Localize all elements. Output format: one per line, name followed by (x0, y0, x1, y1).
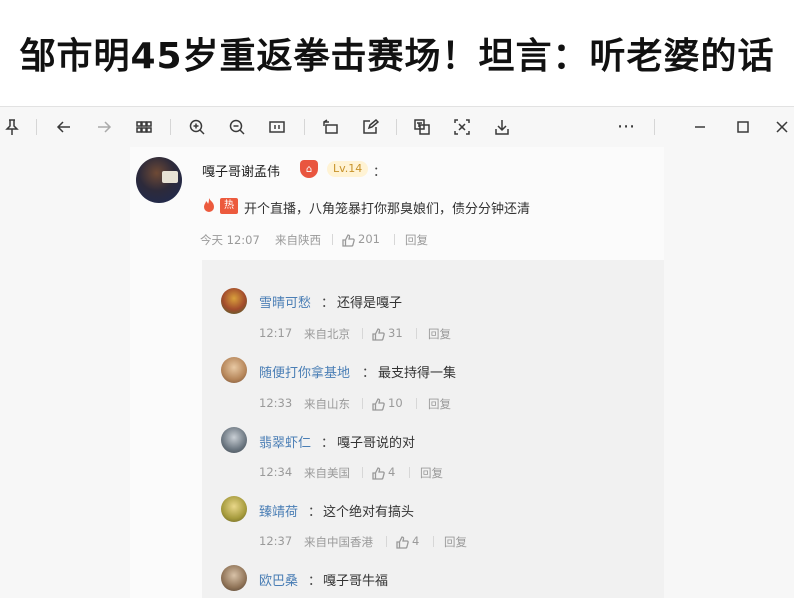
zoom-in-icon[interactable] (185, 115, 209, 139)
meta-divider (409, 467, 410, 478)
reply-location: 来自美国 (304, 466, 350, 480)
colon-text: ： (308, 574, 322, 589)
toolbar-divider (396, 119, 397, 135)
minimize-icon[interactable] (688, 115, 712, 139)
reply-text: 嘎子哥说的对 (337, 436, 416, 451)
like-count: 4 (412, 534, 420, 548)
reply-text: 还得是嘎子 (337, 296, 403, 311)
reply-username[interactable]: 臻靖荷 (259, 501, 298, 520)
shield-badge-icon: ⌂ (300, 160, 318, 178)
translate-icon[interactable] (410, 115, 434, 139)
edit-icon[interactable] (358, 115, 382, 139)
comment-location: 来自陕西 (275, 233, 321, 247)
meta-divider (362, 328, 363, 339)
reply-time: 12:33 (259, 396, 293, 410)
like-count: 31 (388, 326, 403, 340)
thumbs-up-icon[interactable] (372, 396, 385, 411)
thumbs-up-icon[interactable] (372, 465, 385, 480)
thumbs-up-icon[interactable] (396, 534, 409, 549)
level-badge: Lv.14 (327, 161, 369, 177)
like-count: 4 (388, 465, 396, 479)
fire-icon (204, 198, 214, 212)
crop-icon[interactable] (450, 115, 474, 139)
headline-title: 邹市明45岁重返拳击赛场！坦言：听老婆的话 (19, 36, 775, 77)
colon-text: ： (362, 366, 376, 381)
reply-link[interactable]: 回复 (405, 232, 428, 248)
toolbar-divider (170, 119, 171, 135)
grid-icon[interactable] (132, 115, 156, 139)
reply-link[interactable]: 回复 (420, 465, 443, 481)
avatar[interactable] (221, 565, 247, 591)
meta-divider (433, 536, 434, 547)
like-count: 10 (388, 396, 403, 410)
download-icon[interactable] (490, 115, 514, 139)
colon-text: ： (308, 505, 322, 520)
reply-time: 12:37 (259, 534, 293, 548)
hot-tag: 热 (220, 198, 238, 214)
meta-divider (416, 398, 417, 409)
avatar[interactable] (221, 427, 247, 453)
reply-link[interactable]: 回复 (428, 326, 451, 342)
maximize-icon[interactable] (731, 115, 755, 139)
reply-username[interactable]: 欧巴桑 (259, 570, 298, 589)
comment-time: 今天 12:07 (200, 233, 260, 247)
meta-divider (362, 398, 363, 409)
meta-divider (362, 467, 363, 478)
fit-page-icon[interactable] (265, 115, 289, 139)
colon-text: ： (321, 436, 335, 451)
meta-divider (394, 234, 395, 245)
thumbs-up-icon[interactable] (342, 232, 355, 247)
avatar[interactable] (136, 157, 182, 203)
colon-text: ： (373, 165, 387, 180)
more-icon[interactable]: ⋯ (614, 115, 638, 139)
reply-location: 来自中国香港 (304, 535, 373, 549)
comment-username[interactable]: 嘎子哥谢孟伟 (202, 161, 280, 180)
reply-location: 来自山东 (304, 397, 350, 411)
reply-link[interactable]: 回复 (428, 396, 451, 412)
meta-divider (386, 536, 387, 547)
close-icon[interactable] (770, 115, 794, 139)
reply-text: 最支持得一集 (378, 366, 457, 381)
toolbar-divider (304, 119, 305, 135)
reply-text: 嘎子哥牛福 (323, 574, 389, 589)
reply-username[interactable]: 随便打你拿基地 (259, 362, 350, 381)
rotate-icon[interactable] (318, 115, 342, 139)
reply-time: 12:17 (259, 326, 293, 340)
toolbar-divider (36, 119, 37, 135)
like-count: 201 (358, 232, 380, 246)
toolbar-divider (654, 119, 655, 135)
avatar[interactable] (221, 288, 247, 314)
meta-divider (416, 328, 417, 339)
viewer-toolbar: ⋯ (0, 106, 794, 148)
reply-username[interactable]: 雪晴可愁 (259, 292, 311, 311)
pin-icon[interactable] (0, 115, 24, 139)
forward-arrow-icon[interactable] (92, 115, 116, 139)
avatar[interactable] (221, 496, 247, 522)
comment-text: 开个直播，八角笼暴打你那臭娘们，债分分钟还清 (244, 202, 531, 217)
meta-divider (332, 234, 333, 245)
reply-link[interactable]: 回复 (444, 534, 467, 550)
back-arrow-icon[interactable] (52, 115, 76, 139)
colon-text: ： (321, 296, 335, 311)
reply-username[interactable]: 翡翠虾仁 (259, 432, 311, 451)
avatar[interactable] (221, 357, 247, 383)
headline-banner: 邹市明45岁重返拳击赛场！坦言：听老婆的话 (0, 0, 794, 106)
reply-location: 来自北京 (304, 327, 350, 341)
reply-text: 这个绝对有搞头 (323, 505, 415, 520)
thumbs-up-icon[interactable] (372, 326, 385, 341)
zoom-out-icon[interactable] (225, 115, 249, 139)
reply-time: 12:34 (259, 465, 293, 479)
